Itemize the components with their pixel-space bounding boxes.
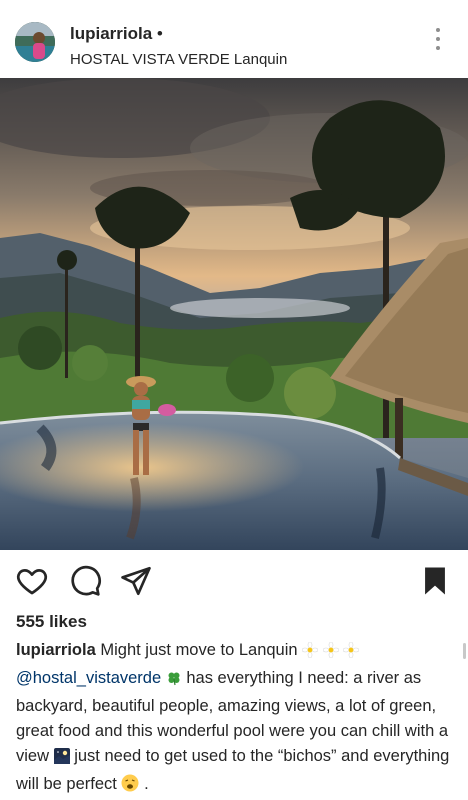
share-icon[interactable]	[119, 564, 153, 598]
caption: lupiarriola Might just move to Lanquin @…	[16, 638, 452, 800]
mention-link[interactable]: @hostal_vistaverde	[16, 669, 161, 687]
scroll-indicator[interactable]	[463, 643, 466, 659]
action-bar	[0, 550, 468, 612]
avatar[interactable]	[15, 22, 55, 62]
post-location[interactable]: HOSTAL VISTA VERDE Lanquin	[70, 51, 287, 68]
night-sky-icon	[53, 747, 70, 772]
more-options-icon[interactable]	[430, 28, 446, 58]
post-header: lupiarriola • HOSTAL VISTA VERDE Lanquin	[0, 0, 468, 78]
likes-count[interactable]: 555 likes	[16, 612, 87, 632]
comment-icon[interactable]	[68, 564, 102, 598]
heart-icon[interactable]	[15, 564, 49, 598]
caption-username[interactable]: lupiarriola	[16, 641, 96, 659]
post-photo[interactable]	[0, 78, 468, 550]
four-leaf-clover-icon	[166, 669, 182, 694]
caption-text: just need to get used to the “bichos” an…	[16, 747, 450, 793]
daisy-icon	[322, 641, 340, 666]
caption-text: Might just move to Lanquin	[100, 641, 298, 659]
weary-face-icon	[121, 774, 139, 800]
caption-text: .	[144, 775, 149, 793]
post-username[interactable]: lupiarriola •	[70, 24, 163, 44]
daisy-icon	[301, 641, 319, 666]
bookmark-icon[interactable]	[418, 564, 452, 598]
daisy-icon	[343, 641, 360, 666]
